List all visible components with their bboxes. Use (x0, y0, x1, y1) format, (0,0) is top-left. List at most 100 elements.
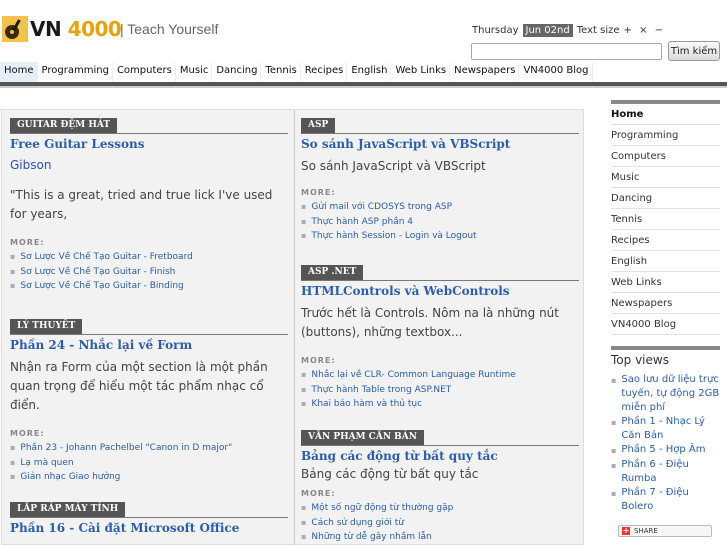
list-item[interactable]: ▪ Sao lưu dữ liệu trực tuyến, tự động 2GB… (611, 373, 720, 415)
bullet-icon: ▪ (301, 202, 307, 211)
post-title[interactable]: So sánh JavaScript và VBScript (301, 137, 579, 151)
list-item[interactable]: ▪ Giản nhạc Giao hưởng (10, 470, 288, 485)
more-list: ▪ Nhắc lại về CLR- Common Language Runtim… (301, 368, 579, 412)
more-label: MORE: (301, 188, 336, 197)
bullet-icon: ▪ (611, 446, 617, 455)
sidebar-item-english[interactable]: English (611, 251, 720, 272)
nav-item-english[interactable]: English (347, 62, 392, 82)
sidebar-item-programming[interactable]: Programming (611, 125, 720, 146)
main-content: GUITAR ĐỆM HÁT Free Guitar Lessons Gibso… (1, 109, 584, 545)
list-item[interactable]: ▪ Sơ Lược Về Chế Tạo Guitar - Finish (10, 265, 288, 280)
header: VN 4000 | Teach Yourself Thursday Jun 02… (0, 0, 727, 62)
search-input[interactable] (471, 43, 662, 60)
post-card: LÝ THUYẾT Phần 24 - Nhắc lại về Form Nhậ… (10, 319, 288, 485)
sidebar-item-music[interactable]: Music (611, 167, 720, 188)
nav-item-music[interactable]: Music (175, 62, 213, 82)
post-card: VĂN PHẠM CĂN BẢN Bảng các động từ bất qu… (301, 430, 579, 545)
sidebar-menu: Home Programming Computers Music Dancing… (611, 104, 720, 335)
nav-item-home[interactable]: Home (0, 62, 38, 82)
more-label: MORE: (301, 489, 336, 498)
search-button[interactable]: Tìm kiếm (668, 41, 720, 61)
list-item[interactable]: ▪ Sơ Lược Về Chế Tạo Guitar - Binding (10, 279, 288, 294)
post-title[interactable]: Bảng các động từ bất quy tắc (301, 449, 579, 463)
site-tagline: | Teach Yourself (120, 21, 219, 37)
date-bar: Thursday Jun 02nd Text size + × − (472, 24, 665, 37)
more-label: MORE: (10, 238, 45, 247)
list-item[interactable]: ▪ Phần 1 - Nhạc Lý Căn Bản (611, 415, 720, 443)
bullet-icon: ▪ (611, 489, 617, 498)
post-title[interactable]: Free Guitar Lessons (10, 137, 288, 151)
post-title[interactable]: Phần 16 - Cài đặt Microsoft Office (10, 521, 288, 535)
sidebar-rule (611, 346, 720, 350)
nav-item-dancing[interactable]: Dancing (212, 62, 262, 82)
category-tag[interactable]: LÝ THUYẾT (10, 319, 83, 334)
list-item[interactable]: ▪ Phần 5 - Hợp Âm (611, 443, 720, 458)
sidebar: Home Programming Computers Music Dancing… (611, 100, 720, 514)
list-item[interactable]: ▪ Lạ mà quen (10, 456, 288, 471)
post-title[interactable]: Phần 24 - Nhắc lại về Form (10, 338, 288, 352)
category-tag[interactable]: LẮP RÁP MÁY TÍNH (10, 502, 126, 517)
bullet-icon: ▪ (301, 216, 307, 226)
category-tag[interactable]: ASP (301, 118, 336, 133)
category-tag[interactable]: GUITAR ĐỆM HÁT (10, 118, 118, 133)
list-item[interactable]: ▪ Sơ Lược Về Chế Tạo Guitar - Fretboard (10, 250, 288, 265)
sidebar-item-home[interactable]: Home (611, 104, 720, 125)
post-excerpt: Trước hết là Controls. Nôm na là những n… (301, 306, 559, 339)
nav-item-recipes[interactable]: Recipes (300, 62, 348, 82)
list-item[interactable]: ▪ Thực hành ASP phần 4 (301, 215, 579, 230)
share-button[interactable]: + SHARE (618, 525, 712, 537)
bullet-icon: ▪ (10, 281, 16, 290)
logo-wordmark: VN 4000 (30, 17, 122, 41)
category-tag[interactable]: ASP .NET (301, 265, 364, 280)
post-card: ASP So sánh JavaScript và VBScript So sá… (301, 118, 579, 244)
list-item[interactable]: ▪ Thực hành Session - Login và Logout (301, 229, 579, 244)
list-item[interactable]: ▪ Phần 23 - Johann Pachelbel "Canon in D … (10, 441, 288, 456)
sidebar-item-tennis[interactable]: Tennis (611, 209, 720, 230)
post-excerpt: So sánh JavaScript và VBScript (301, 159, 486, 173)
bullet-icon: ▪ (10, 443, 16, 452)
bullet-icon: ▪ (301, 517, 307, 527)
nav-item-blog[interactable]: VN4000 Blog (519, 62, 593, 82)
guitar-logo-icon (2, 16, 28, 42)
more-label: MORE: (10, 429, 45, 438)
post-title[interactable]: HTMLControls và WebControls (301, 284, 579, 298)
text-size-label: Text size (576, 25, 620, 36)
sidebar-item-recipes[interactable]: Recipes (611, 230, 720, 251)
category-bar: LẮP RÁP MÁY TÍNH (10, 502, 288, 518)
sidebar-item-blog[interactable]: VN4000 Blog (611, 314, 720, 335)
nav-divider-light (0, 86, 727, 88)
text-size-controls[interactable]: + × − (624, 25, 666, 36)
post-source-link[interactable]: Gibson (10, 158, 288, 172)
site-logo[interactable]: VN 4000 (2, 14, 122, 44)
list-item[interactable]: ▪ Khai báo hàm và thủ tục (301, 397, 579, 412)
sidebar-item-web-links[interactable]: Web Links (611, 272, 720, 293)
list-item[interactable]: ▪ Thực hành Table trong ASP.NET (301, 383, 579, 398)
category-bar: ASP .NET (301, 265, 579, 281)
list-item[interactable]: ▪ Một số ngữ động từ thường gặp (301, 501, 579, 516)
list-item[interactable]: ▪ Phần 6 - Điệu Rumba (611, 458, 720, 486)
sidebar-item-computers[interactable]: Computers (611, 146, 720, 167)
list-item[interactable]: ▪ Nhắc lại về CLR- Common Language Runtim… (301, 368, 579, 383)
category-bar: ASP (301, 118, 579, 134)
bullet-icon: ▪ (301, 231, 307, 240)
post-card: LẮP RÁP MÁY TÍNH Phần 16 - Cài đặt Micro… (10, 502, 288, 535)
category-bar: VĂN PHẠM CĂN BẢN (301, 430, 579, 446)
nav-item-programming[interactable]: Programming (37, 62, 113, 82)
plus-icon: + (622, 526, 630, 535)
list-item[interactable]: ▪ Cách sử dụng giới từ (301, 516, 579, 531)
list-item[interactable]: ▪ Những từ dễ gây nhầm lẫn (301, 530, 579, 545)
list-item[interactable]: ▪ Gửi mail với CDOSYS trong ASP (301, 200, 579, 215)
list-item[interactable]: ▪ Phần 7 - Điệu Bolero (611, 486, 720, 514)
bullet-icon: ▪ (301, 384, 307, 394)
top-nav: Home Programming Computers Music Dancing… (0, 62, 727, 82)
nav-item-newspapers[interactable]: Newspapers (450, 62, 520, 82)
bullet-icon: ▪ (301, 532, 307, 541)
nav-item-web-links[interactable]: Web Links (391, 62, 451, 82)
column-divider (294, 110, 295, 545)
nav-item-tennis[interactable]: Tennis (261, 62, 301, 82)
nav-item-computers[interactable]: Computers (112, 62, 176, 82)
sidebar-item-dancing[interactable]: Dancing (611, 188, 720, 209)
category-tag[interactable]: VĂN PHẠM CĂN BẢN (301, 430, 424, 445)
category-bar: GUITAR ĐỆM HÁT (10, 118, 288, 134)
sidebar-item-newspapers[interactable]: Newspapers (611, 293, 720, 314)
